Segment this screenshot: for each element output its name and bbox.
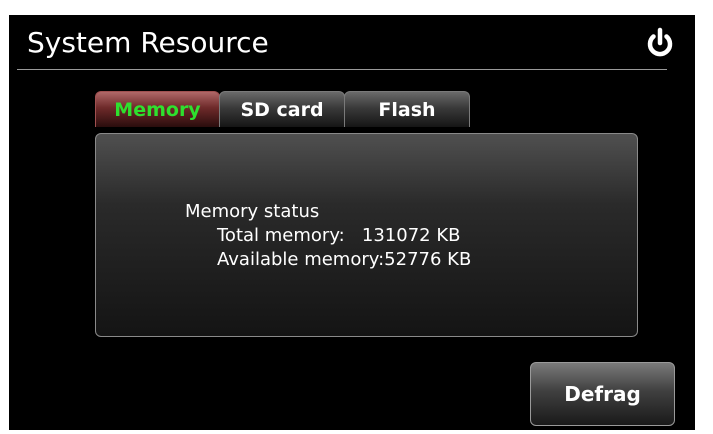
system-resource-screen: System Resource Memory SD card Flash Mem… <box>9 15 695 430</box>
defrag-button[interactable]: Defrag <box>530 362 675 426</box>
tab-memory[interactable]: Memory <box>95 91 220 127</box>
total-memory-line: Total memory: 131072 KB <box>217 225 461 246</box>
tab-sd-card[interactable]: SD card <box>219 91 345 127</box>
available-memory-line: Available memory:52776 KB <box>217 249 472 270</box>
memory-status-heading: Memory status <box>185 201 320 222</box>
power-icon <box>647 27 673 57</box>
memory-panel: Memory status Total memory: 131072 KB Av… <box>95 133 638 337</box>
tab-flash[interactable]: Flash <box>344 91 470 127</box>
power-button[interactable] <box>642 25 678 61</box>
title-divider <box>17 69 667 70</box>
page-title: System Resource <box>27 26 269 59</box>
